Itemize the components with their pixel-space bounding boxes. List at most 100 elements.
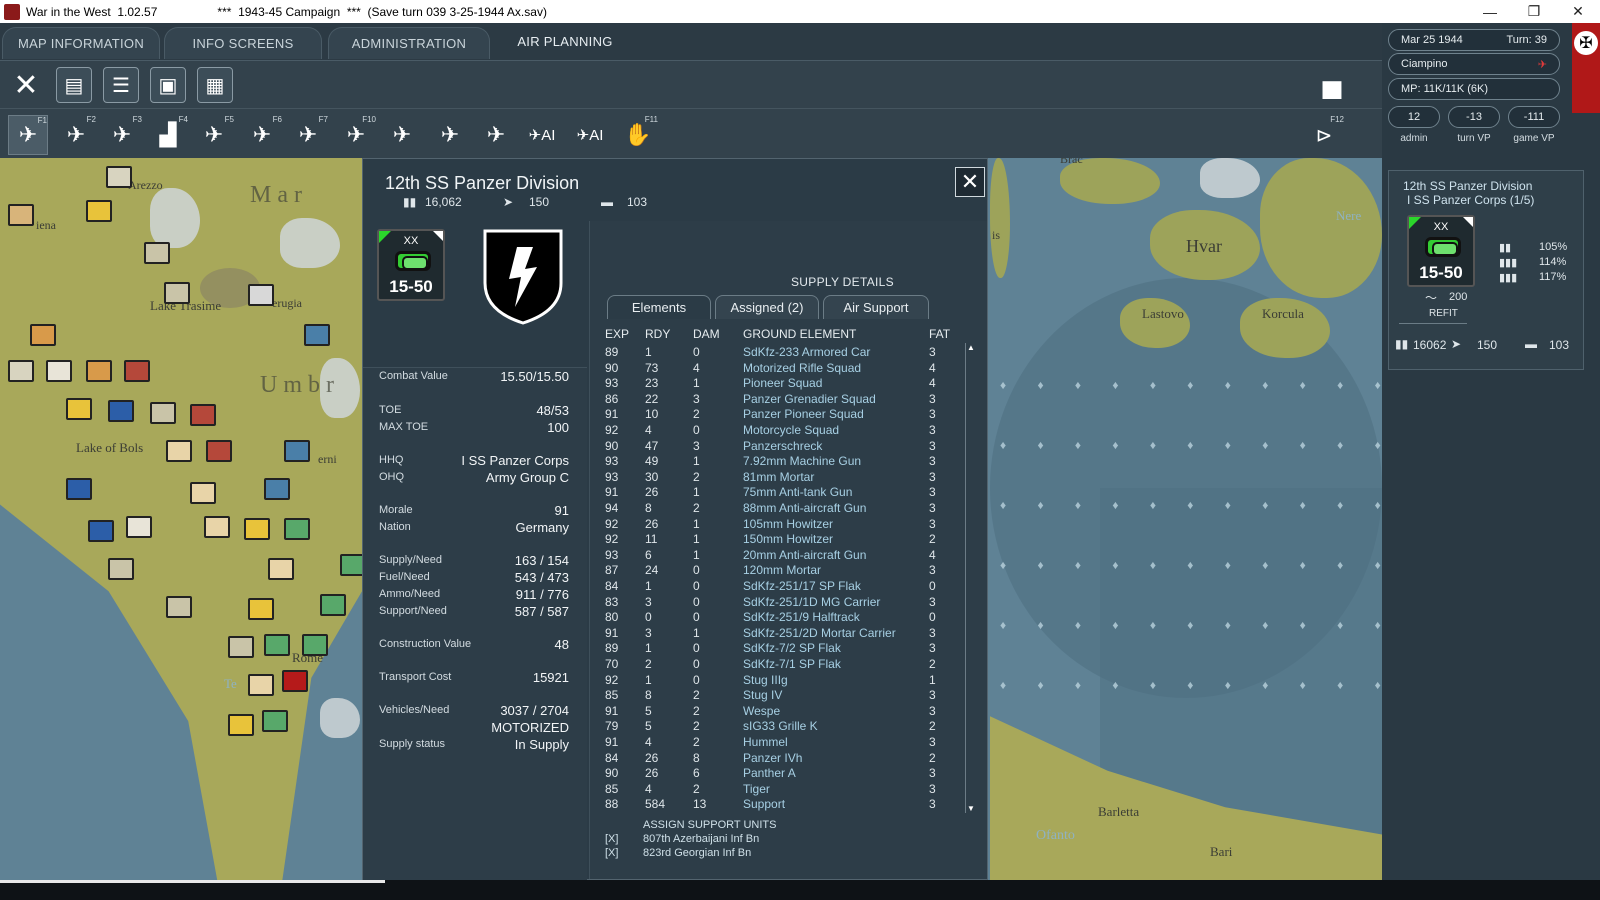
map-unit-counter[interactable]	[190, 482, 216, 504]
table-row[interactable]: 92 4 0 Motorcycle Squad 3	[605, 423, 965, 439]
table-row[interactable]: 92 11 1 150mm Howitzer 2	[605, 532, 965, 548]
table-row[interactable]: 94 8 2 88mm Anti-aircraft Gun 3	[605, 501, 965, 517]
table-row[interactable]: 92 26 1 105mm Howitzer 3	[605, 517, 965, 533]
air-mode-air-hq-button[interactable]: ✈	[430, 115, 470, 155]
table-row[interactable]: 92 1 0 Stug IIIg 1	[605, 673, 965, 689]
elements-scrollbar[interactable]: ▲ ▼	[965, 343, 975, 813]
map-unit-counter[interactable]	[66, 398, 92, 420]
map-unit-counter[interactable]	[166, 596, 192, 618]
map-unit-counter[interactable]	[264, 634, 290, 656]
air-mode-escort-button[interactable]: ✈	[382, 115, 422, 155]
cell-element-name[interactable]: Hummel	[743, 735, 788, 749]
table-row[interactable]: 90 47 3 Panzerschreck 3	[605, 439, 965, 455]
map-unit-counter[interactable]	[282, 670, 308, 692]
air-mode-sweep-button[interactable]: ✈	[476, 115, 516, 155]
tab-assigned[interactable]: Assigned (2)	[715, 295, 819, 319]
map-unit-counter[interactable]	[106, 166, 132, 188]
end-turn-button[interactable]: ⊳ F12	[1304, 115, 1344, 155]
map-unit-counter[interactable]	[228, 636, 254, 658]
map-unit-counter[interactable]	[268, 558, 294, 580]
air-mode-f10-button[interactable]: ✈ F10	[336, 115, 376, 155]
close-window-button[interactable]: ✕	[1556, 0, 1600, 23]
map-unit-counter[interactable]	[284, 440, 310, 462]
map-unit-counter[interactable]	[206, 440, 232, 462]
table-row[interactable]: 93 49 1 7.92mm Machine Gun 3	[605, 454, 965, 470]
cell-element-name[interactable]: Panzer Pioneer Squad	[743, 407, 864, 421]
map-unit-counter[interactable]	[8, 360, 34, 382]
cell-element-name[interactable]: SdKfz-251/9 Halftrack	[743, 610, 860, 624]
cell-element-name[interactable]: Panzer Grenadier Squad	[743, 392, 876, 406]
air-mode-f6-button[interactable]: ✈ F6	[242, 115, 282, 155]
cell-element-name[interactable]: 88mm Anti-aircraft Gun	[743, 501, 866, 515]
table-row[interactable]: 88 584 13 Support 3	[605, 797, 965, 813]
table-row[interactable]: 91 5 2 Wespe 3	[605, 704, 965, 720]
cell-element-name[interactable]: SdKfz-7/2 SP Flak	[743, 641, 841, 655]
minimize-button[interactable]: —	[1468, 0, 1512, 23]
table-row[interactable]: 83 3 0 SdKfz-251/1D MG Carrier 3	[605, 595, 965, 611]
map-unit-counter[interactable]	[190, 404, 216, 426]
table-row[interactable]: 93 30 2 81mm Mortar 3	[605, 470, 965, 486]
map-unit-counter[interactable]	[164, 282, 190, 304]
cell-element-name[interactable]: SdKfz-233 Armored Car	[743, 345, 870, 359]
selected-unit-card[interactable]: 12th SS Panzer Division I SS Panzer Corp…	[1388, 170, 1584, 370]
map-unit-counter[interactable]	[8, 204, 34, 226]
table-row[interactable]: 89 1 0 SdKfz-233 Armored Car 3	[605, 345, 965, 361]
restore-button[interactable]: ❐	[1512, 0, 1556, 23]
tab-air-support[interactable]: Air Support	[823, 295, 929, 319]
close-mode-button[interactable]: ✕	[8, 67, 44, 103]
cell-element-name[interactable]: SdKfz-251/1D MG Carrier	[743, 595, 880, 609]
air-mode-f4-button[interactable]: ▟ F4	[148, 115, 188, 155]
scroll-down-icon[interactable]: ▼	[967, 804, 975, 813]
table-row[interactable]: 84 26 8 Panzer IVh 2	[605, 751, 965, 767]
map-unit-counter[interactable]	[228, 714, 254, 736]
air-mode-f7-button[interactable]: ✈ F7	[288, 115, 328, 155]
cell-element-name[interactable]: Support	[743, 797, 785, 811]
map-unit-counter[interactable]	[30, 324, 56, 346]
cell-element-name[interactable]: Panzer IVh	[743, 751, 802, 765]
table-row[interactable]: 89 1 0 SdKfz-7/2 SP Flak 3	[605, 641, 965, 657]
table-row[interactable]: 85 8 2 Stug IV 3	[605, 688, 965, 704]
map-unit-counter[interactable]	[124, 360, 150, 382]
air-ai-fighter-button[interactable]: ✈ AI	[570, 115, 610, 155]
table-row[interactable]: 91 4 2 Hummel 3	[605, 735, 965, 751]
table-row[interactable]: 86 22 3 Panzer Grenadier Squad 3	[605, 392, 965, 408]
save-button[interactable]: ▣	[150, 67, 186, 103]
map-unit-counter[interactable]	[204, 516, 230, 538]
cell-element-name[interactable]: Tiger	[743, 782, 770, 796]
tab-administration[interactable]: ADMINISTRATION	[328, 27, 490, 59]
location-pill[interactable]: Ciampino ✈	[1388, 53, 1560, 75]
table-row[interactable]: 91 10 2 Panzer Pioneer Squad 3	[605, 407, 965, 423]
table-row[interactable]: 80 0 0 SdKfz-251/9 Halftrack 0	[605, 610, 965, 626]
unit-card-counter[interactable]: XX 15-50	[1407, 215, 1475, 287]
cell-element-name[interactable]: Panther A	[743, 766, 796, 780]
map-unit-counter[interactable]	[304, 324, 330, 346]
map-unit-counter[interactable]	[166, 440, 192, 462]
list-button[interactable]: ☰	[103, 67, 139, 103]
tab-map-information[interactable]: MAP INFORMATION	[2, 27, 160, 59]
map-unit-counter[interactable]	[46, 360, 72, 382]
table-row[interactable]: 90 26 6 Panther A 3	[605, 766, 965, 782]
map-unit-counter[interactable]	[302, 634, 328, 656]
map-unit-counter[interactable]	[284, 518, 310, 540]
air-mode-f3-button[interactable]: ✈ F3	[102, 115, 142, 155]
table-row[interactable]: 79 5 2 sIG33 Grille K 2	[605, 719, 965, 735]
charts-button[interactable]: ▅	[1312, 67, 1352, 103]
table-row[interactable]: 93 6 1 20mm Anti-aircraft Gun 4	[605, 548, 965, 564]
cell-element-name[interactable]: 75mm Anti-tank Gun	[743, 485, 852, 499]
cell-element-name[interactable]: Panzerschreck	[743, 439, 822, 453]
cell-element-name[interactable]: Wespe	[743, 704, 780, 718]
map-unit-counter[interactable]	[244, 518, 270, 540]
cell-element-name[interactable]: sIG33 Grille K	[743, 719, 818, 733]
map-unit-counter[interactable]	[248, 674, 274, 696]
map-unit-counter[interactable]	[248, 284, 274, 306]
cell-element-name[interactable]: 150mm Howitzer	[743, 532, 833, 546]
map-unit-counter[interactable]	[86, 360, 112, 382]
cell-element-name[interactable]: Motorcycle Squad	[743, 423, 839, 437]
air-mode-f5-button[interactable]: ✈ F5	[194, 115, 234, 155]
scroll-up-icon[interactable]: ▲	[967, 343, 975, 352]
tab-air-planning[interactable]: AIR PLANNING	[500, 25, 630, 57]
cell-element-name[interactable]: Stug IV	[743, 688, 782, 702]
map-unit-counter[interactable]	[320, 594, 346, 616]
tab-elements[interactable]: Elements	[607, 295, 711, 319]
air-mode-f1-button[interactable]: ✈ F1	[8, 115, 48, 155]
